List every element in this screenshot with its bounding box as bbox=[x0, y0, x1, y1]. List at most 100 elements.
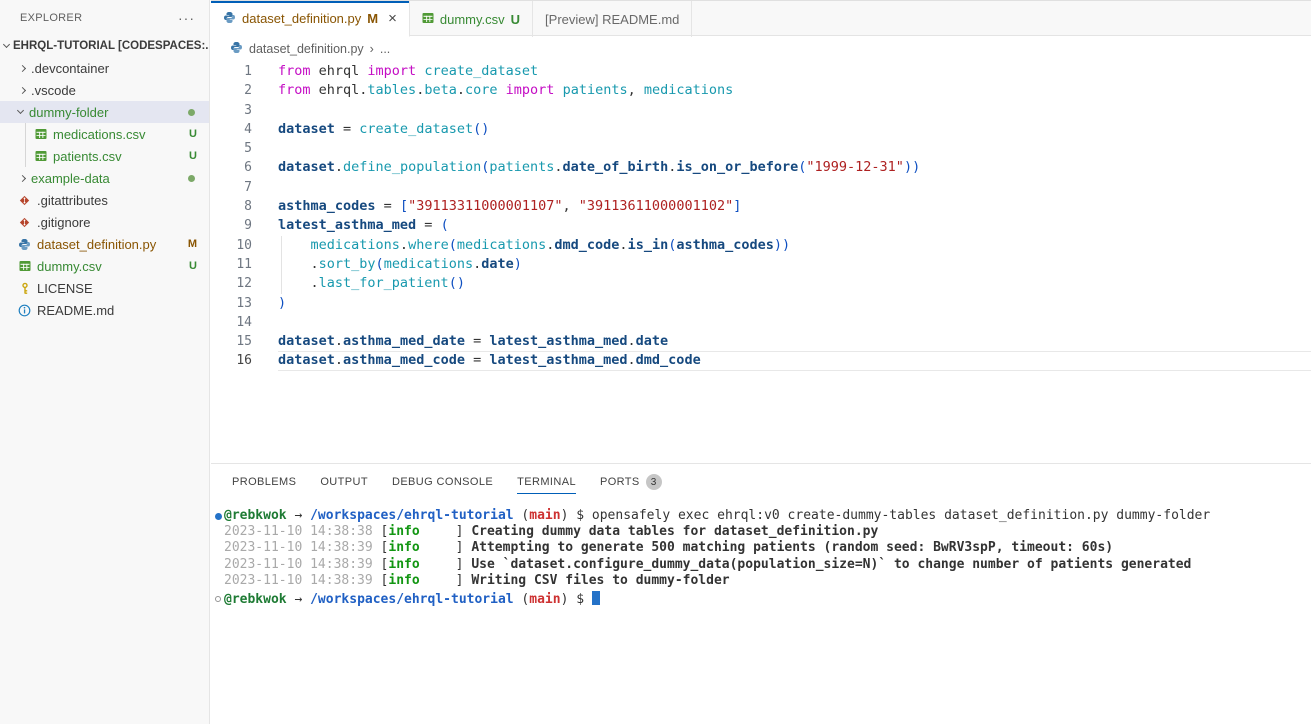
line-number: 10 bbox=[211, 236, 278, 255]
code-line-10[interactable]: 10 medications.where(medications.dmd_cod… bbox=[211, 236, 1311, 255]
more-actions-button[interactable]: ··· bbox=[178, 13, 195, 23]
git-icon bbox=[18, 216, 31, 229]
panel-tab-output[interactable]: OUTPUT bbox=[320, 464, 368, 500]
code-line-8[interactable]: 8asthma_codes = ["39113311000001107", "3… bbox=[211, 197, 1311, 216]
tab-dataset-definition-py[interactable]: dataset_definition.pyM× bbox=[211, 1, 410, 37]
log-bracket: [ bbox=[373, 540, 389, 555]
terminal-log-line: 2023-11-10 14:38:39 [info] Use `dataset.… bbox=[211, 557, 1311, 573]
line-number: 6 bbox=[211, 158, 278, 177]
log-level: info bbox=[388, 573, 455, 589]
line-number: 4 bbox=[211, 120, 278, 139]
file-label: dummy.csv bbox=[37, 259, 102, 274]
log-message: Writing CSV files to dummy-folder bbox=[471, 573, 729, 588]
code-line-7[interactable]: 7 bbox=[211, 178, 1311, 197]
file-label: medications.csv bbox=[53, 127, 145, 142]
tree-indent-guide bbox=[25, 123, 26, 145]
file-label: example-data bbox=[31, 171, 110, 186]
code-text: from ehrql.tables.beta.core import patie… bbox=[278, 81, 733, 100]
terminal-prompt-line: @rebkwok → /workspaces/ehrql-tutorial (m… bbox=[211, 591, 1311, 608]
prompt-user: @rebkwok bbox=[224, 592, 287, 607]
log-timestamp: 2023-11-10 14:38:39 bbox=[224, 540, 373, 555]
panel-tab-problems[interactable]: PROBLEMS bbox=[232, 464, 296, 500]
breadcrumb-file[interactable]: dataset_definition.py bbox=[249, 42, 364, 56]
code-line-16[interactable]: 16dataset.asthma_med_code = latest_asthm… bbox=[211, 351, 1311, 370]
code-line-11[interactable]: 11 .sort_by(medications.date) bbox=[211, 255, 1311, 274]
terminal-output[interactable]: @rebkwok → /workspaces/ehrql-tutorial (m… bbox=[211, 508, 1311, 724]
git-status-badge: U bbox=[189, 260, 197, 272]
log-message: Creating dummy data tables for dataset_d… bbox=[471, 524, 878, 539]
sidebar-item-LICENSE[interactable]: LICENSE bbox=[0, 277, 209, 299]
log-timestamp: 2023-11-10 14:38:39 bbox=[224, 557, 373, 572]
panel-tab-bar: PROBLEMS OUTPUT DEBUG CONSOLE TERMINAL PORTS… bbox=[211, 464, 1311, 500]
panel-tab-ports[interactable]: PORTS3 bbox=[600, 464, 662, 500]
log-bracket: ] bbox=[456, 524, 472, 539]
code-line-12[interactable]: 12 .last_for_patient() bbox=[211, 274, 1311, 293]
panel-tab-terminal[interactable]: TERMINAL bbox=[517, 464, 576, 500]
file-label: .vscode bbox=[31, 83, 76, 98]
command-pending-dot-icon bbox=[215, 596, 221, 602]
sidebar-item-patients.csv[interactable]: patients.csvU bbox=[0, 145, 209, 167]
code-line-9[interactable]: 9latest_asthma_med = ( bbox=[211, 216, 1311, 235]
code-editor[interactable]: 1from ehrql import create_dataset2from e… bbox=[211, 62, 1311, 462]
code-line-2[interactable]: 2from ehrql.tables.beta.core import pati… bbox=[211, 81, 1311, 100]
file-label: dataset_definition.py bbox=[37, 237, 156, 252]
csv-icon bbox=[422, 12, 434, 27]
sidebar-item-dataset_definition.py[interactable]: dataset_definition.pyM bbox=[0, 233, 209, 255]
line-number: 15 bbox=[211, 332, 278, 351]
code-line-1[interactable]: 1from ehrql import create_dataset bbox=[211, 62, 1311, 81]
tree-indent-guide bbox=[25, 145, 26, 167]
file-label: .devcontainer bbox=[31, 61, 109, 76]
python-icon bbox=[230, 41, 243, 57]
terminal-log-line: 2023-11-10 14:38:39 [info] Writing CSV f… bbox=[211, 573, 1311, 589]
line-number: 14 bbox=[211, 313, 278, 332]
csv-icon bbox=[18, 260, 31, 272]
breadcrumb-more[interactable]: ... bbox=[380, 42, 390, 56]
code-line-14[interactable]: 14 bbox=[211, 313, 1311, 332]
terminal-log-line: 2023-11-10 14:38:39 [info] Attempting to… bbox=[211, 540, 1311, 556]
tab--preview-readme-md[interactable]: [Preview] README.md bbox=[533, 1, 692, 37]
code-text: from ehrql import create_dataset bbox=[278, 62, 538, 81]
explorer-title: EXPLORER bbox=[20, 12, 82, 24]
workspace-root-item[interactable]: EHRQL-TUTORIAL [CODESPACES:... bbox=[0, 35, 209, 57]
sidebar-item-example-data[interactable]: example-data bbox=[0, 167, 209, 189]
code-text: dataset.define_population(patients.date_… bbox=[278, 158, 920, 177]
sidebar-item-README.md[interactable]: README.md bbox=[0, 299, 209, 321]
code-line-4[interactable]: 4dataset = create_dataset() bbox=[211, 120, 1311, 139]
sidebar-item-.devcontainer[interactable]: .devcontainer bbox=[0, 57, 209, 79]
sidebar-item-.gitattributes[interactable]: .gitattributes bbox=[0, 189, 209, 211]
sidebar-item-.vscode[interactable]: .vscode bbox=[0, 79, 209, 101]
close-icon[interactable]: × bbox=[388, 11, 397, 26]
panel-tab-label: DEBUG CONSOLE bbox=[392, 476, 493, 488]
prompt-user: @rebkwok bbox=[224, 508, 287, 523]
panel-tab-label: OUTPUT bbox=[320, 476, 368, 488]
prompt-branch: main bbox=[529, 508, 560, 523]
tab-dirty-badge: M bbox=[367, 11, 378, 26]
file-label: .gitignore bbox=[37, 215, 90, 230]
csv-icon bbox=[34, 150, 47, 162]
sidebar-item-dummy.csv[interactable]: dummy.csv U bbox=[0, 255, 209, 277]
sidebar-item-medications.csv[interactable]: medications.csvU bbox=[0, 123, 209, 145]
panel-tab-debug-console[interactable]: DEBUG CONSOLE bbox=[392, 464, 493, 500]
code-line-5[interactable]: 5 bbox=[211, 139, 1311, 158]
code-line-13[interactable]: 13) bbox=[211, 294, 1311, 313]
log-bracket: ] bbox=[456, 573, 472, 588]
line-number: 1 bbox=[211, 62, 278, 81]
git-changes-dot-badge bbox=[188, 109, 195, 116]
editor-tab-bar: dataset_definition.pyM×dummy.csvU[Previe… bbox=[211, 0, 1311, 36]
line-number: 9 bbox=[211, 216, 278, 235]
terminal-cursor bbox=[592, 591, 600, 605]
code-line-6[interactable]: 6dataset.define_population(patients.date… bbox=[211, 158, 1311, 177]
git-icon bbox=[18, 194, 31, 207]
code-line-3[interactable]: 3 bbox=[211, 101, 1311, 120]
code-line-15[interactable]: 15dataset.asthma_med_date = latest_asthm… bbox=[211, 332, 1311, 351]
breadcrumb: dataset_definition.py › ... bbox=[211, 36, 1311, 62]
tab-dummy-csv[interactable]: dummy.csvU bbox=[410, 1, 533, 37]
code-text: dataset.asthma_med_date = latest_asthma_… bbox=[278, 332, 668, 351]
log-gutter bbox=[213, 557, 223, 573]
line-number: 7 bbox=[211, 178, 278, 197]
sidebar-item-.gitignore[interactable]: .gitignore bbox=[0, 211, 209, 233]
file-label: dummy-folder bbox=[29, 105, 108, 120]
sidebar-item-dummy-folder[interactable]: dummy-folder bbox=[0, 101, 209, 123]
log-gutter bbox=[213, 573, 223, 589]
panel-tab-label: PORTS bbox=[600, 476, 640, 488]
